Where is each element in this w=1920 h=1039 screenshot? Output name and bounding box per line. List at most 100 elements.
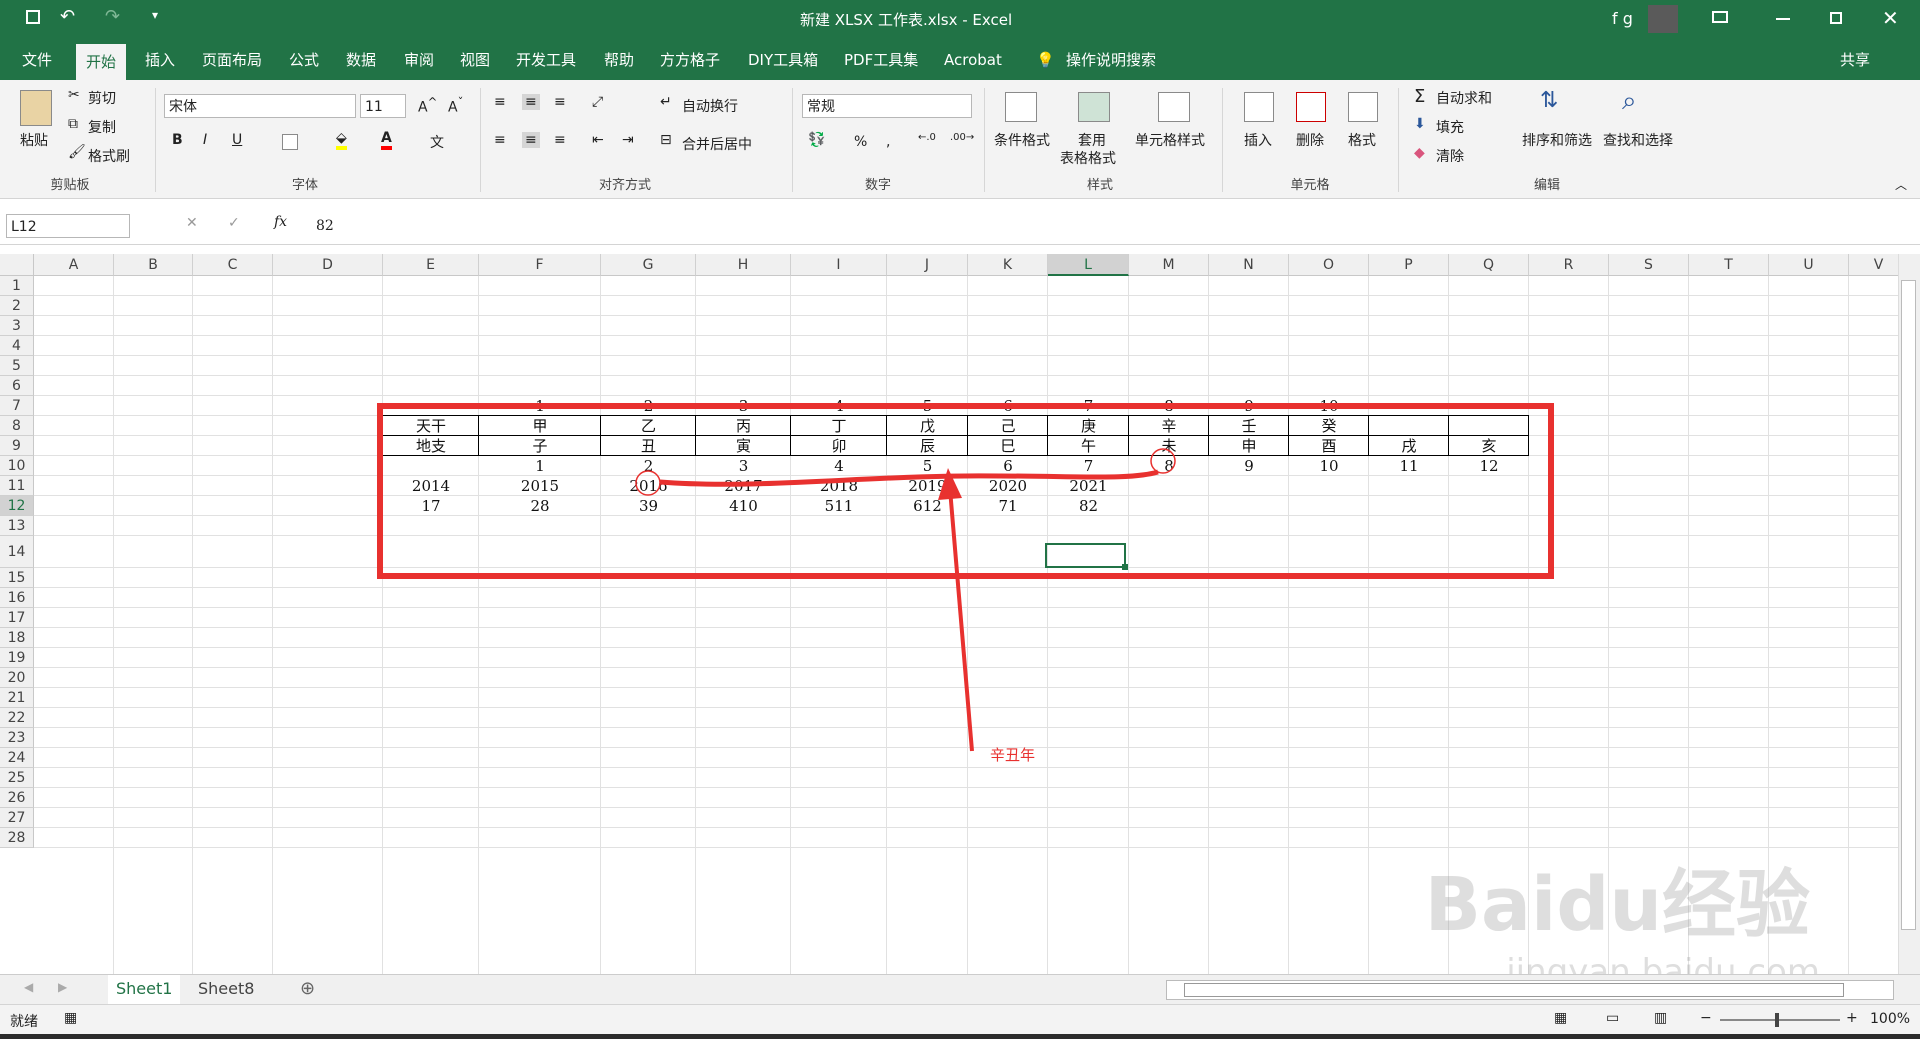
fill-button[interactable]: 填充 <box>1436 117 1464 137</box>
tab-formulas[interactable]: 公式 <box>289 48 319 72</box>
bold-icon[interactable]: B <box>172 132 183 148</box>
tab-data[interactable]: 数据 <box>346 48 376 72</box>
sheet-tab-sheet1[interactable]: Sheet1 <box>108 975 181 1007</box>
formula-input[interactable]: 82 <box>312 214 1912 238</box>
orientation-icon[interactable]: ⤢ <box>592 94 603 110</box>
zoom-slider-thumb[interactable] <box>1775 1013 1779 1027</box>
vertical-scrollbar-thumb[interactable] <box>1901 280 1916 930</box>
tab-pdf-tools[interactable]: PDF工具集 <box>844 48 918 72</box>
cancel-icon[interactable]: ✕ <box>186 215 198 231</box>
paste-button[interactable]: 粘贴 <box>20 130 48 150</box>
format-painter-button[interactable]: 格式刷 <box>88 146 130 166</box>
conditional-format-icon[interactable] <box>1005 92 1037 122</box>
format-as-table-button[interactable]: 表格格式 <box>1060 148 1116 168</box>
tab-file[interactable]: 文件 <box>22 48 52 72</box>
tab-insert[interactable]: 插入 <box>145 48 175 72</box>
merge-center-button[interactable]: 合并后居中 <box>682 134 752 154</box>
tab-help[interactable]: 帮助 <box>604 48 634 72</box>
minimize-icon[interactable] <box>1776 18 1790 20</box>
tell-me-search[interactable]: 操作说明搜索 <box>1066 48 1156 72</box>
format-as-table-label1[interactable]: 套用 <box>1078 130 1106 150</box>
currency-icon[interactable]: 💱 <box>808 132 825 148</box>
copy-icon[interactable]: ⧉ <box>68 116 78 132</box>
borders-icon[interactable] <box>282 134 298 150</box>
align-bottom-icon[interactable]: ≡ <box>554 94 566 110</box>
tab-page-layout[interactable]: 页面布局 <box>202 48 262 72</box>
save-icon[interactable] <box>26 10 40 24</box>
delete-cells-icon[interactable] <box>1296 92 1326 122</box>
fill-icon[interactable]: ⬇ <box>1414 116 1426 132</box>
avatar[interactable] <box>1648 5 1678 33</box>
wrap-text-button[interactable]: 自动换行 <box>682 96 738 116</box>
align-top-icon[interactable]: ≡ <box>494 94 506 110</box>
restore-icon[interactable] <box>1830 12 1842 24</box>
tab-view[interactable]: 视图 <box>460 48 490 72</box>
scissors-icon[interactable]: ✂ <box>68 87 80 103</box>
align-left-icon[interactable]: ≡ <box>494 132 506 148</box>
name-box[interactable]: L12 <box>6 214 130 238</box>
merge-icon[interactable]: ⊟ <box>660 132 672 148</box>
sheet-tab-sheet8[interactable]: Sheet8 <box>198 979 254 998</box>
tab-developer[interactable]: 开发工具 <box>516 48 576 72</box>
find-select-button[interactable]: 查找和选择 <box>1603 130 1673 150</box>
font-name-select[interactable]: 宋体 <box>164 94 356 118</box>
autosum-button[interactable]: 自动求和 <box>1436 88 1492 108</box>
shrink-font-icon[interactable]: Aˇ <box>448 95 463 116</box>
insert-cells-icon[interactable] <box>1244 92 1274 122</box>
fill-color-icon[interactable]: ⬙ <box>336 130 347 150</box>
increase-decimal-icon[interactable]: ←.0 <box>918 132 936 143</box>
customize-qat-icon[interactable]: ▾ <box>152 8 158 22</box>
zoom-out-icon[interactable]: − <box>1700 1010 1712 1026</box>
share-button[interactable]: 共享 <box>1840 48 1870 72</box>
autosum-icon[interactable]: Σ <box>1414 86 1425 107</box>
page-layout-view-icon[interactable]: ▭ <box>1606 1010 1619 1026</box>
sort-filter-icon[interactable]: ⇅ <box>1540 88 1558 113</box>
close-icon[interactable]: ✕ <box>1882 6 1899 30</box>
sort-filter-button[interactable]: 排序和筛选 <box>1522 130 1592 150</box>
insert-cells-button[interactable]: 插入 <box>1244 130 1272 150</box>
grow-font-icon[interactable]: A^ <box>418 95 437 116</box>
collapse-ribbon-icon[interactable]: ︿ <box>1895 176 1907 193</box>
ribbon-display-icon[interactable] <box>1712 11 1728 23</box>
macro-record-icon[interactable]: ▦ <box>64 1010 77 1026</box>
horizontal-scrollbar-thumb[interactable] <box>1184 983 1844 997</box>
tab-home[interactable]: 开始 <box>76 44 127 80</box>
lightbulb-icon[interactable]: 💡 <box>1036 48 1055 72</box>
search-icon[interactable]: ⌕ <box>1622 86 1637 117</box>
copy-button[interactable]: 复制 <box>88 117 116 137</box>
clear-button[interactable]: 清除 <box>1436 146 1464 166</box>
enter-icon[interactable]: ✓ <box>228 215 240 231</box>
decrease-decimal-icon[interactable]: .00→ <box>950 132 974 143</box>
user-name[interactable]: f g <box>1612 9 1633 28</box>
tab-review[interactable]: 审阅 <box>404 48 434 72</box>
percent-icon[interactable]: % <box>854 134 867 150</box>
normal-view-icon[interactable]: ▦ <box>1554 1010 1567 1026</box>
font-size-select[interactable]: 11 <box>360 94 406 118</box>
comma-icon[interactable]: , <box>886 134 890 150</box>
eraser-icon[interactable]: ◆ <box>1414 145 1425 161</box>
page-break-view-icon[interactable]: ▥ <box>1654 1010 1667 1026</box>
cut-button[interactable]: 剪切 <box>88 88 116 108</box>
cell-styles-button[interactable]: 单元格样式 <box>1135 130 1205 150</box>
tab-fangfang[interactable]: 方方格子 <box>660 48 720 72</box>
underline-icon[interactable]: U <box>232 132 242 148</box>
zoom-level[interactable]: 100% <box>1870 1011 1910 1027</box>
add-sheet-icon[interactable]: ⊕ <box>300 978 315 999</box>
tab-diy-toolbox[interactable]: DIY工具箱 <box>748 48 818 72</box>
paste-icon[interactable] <box>20 90 52 126</box>
align-right-icon[interactable]: ≡ <box>554 132 566 148</box>
delete-cells-button[interactable]: 删除 <box>1296 130 1324 150</box>
phonetic-icon[interactable]: 文 <box>430 132 444 152</box>
format-cells-icon[interactable] <box>1348 92 1378 122</box>
format-cells-button[interactable]: 格式 <box>1348 130 1376 150</box>
italic-icon[interactable]: I <box>203 132 207 148</box>
undo-icon[interactable]: ↶ <box>60 6 75 27</box>
redo-icon[interactable]: ↷ <box>105 6 120 27</box>
font-color-icon[interactable]: A <box>381 130 392 150</box>
wrap-text-icon[interactable]: ↵ <box>660 94 672 110</box>
prev-sheet-icon[interactable]: ◀ <box>24 980 33 994</box>
conditional-format-button[interactable]: 条件格式 <box>994 130 1050 150</box>
tab-acrobat[interactable]: Acrobat <box>944 48 1002 72</box>
format-as-table-icon[interactable] <box>1078 92 1110 122</box>
cell-styles-icon[interactable] <box>1158 92 1190 122</box>
